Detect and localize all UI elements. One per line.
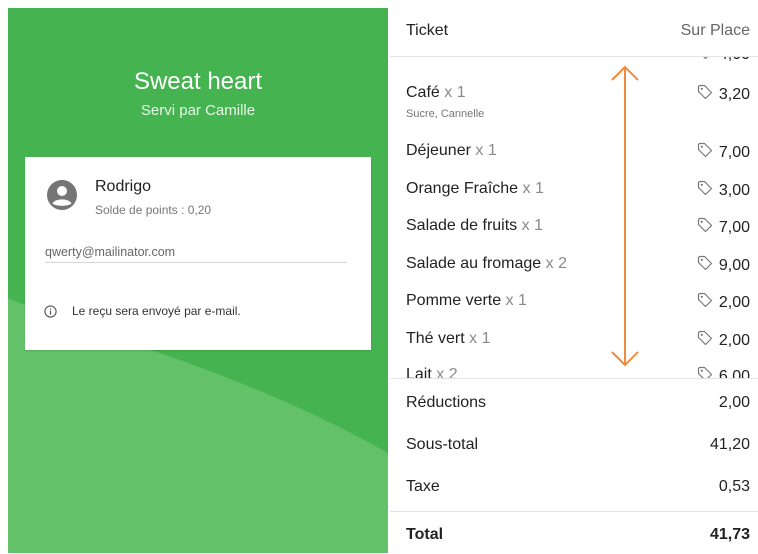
- reductions-row[interactable]: Réductions 2,00: [406, 394, 750, 412]
- item-price: 6,00: [718, 368, 750, 378]
- item-quantity: x 1: [505, 292, 527, 309]
- tag-icon: [697, 180, 712, 196]
- total-row: Total 41,73: [406, 526, 750, 544]
- item-quantity: x 1: [475, 142, 497, 159]
- email-field[interactable]: qwerty@mailinator.com: [45, 242, 347, 263]
- item-name: Lait: [406, 366, 432, 378]
- item-name: Café: [406, 84, 440, 101]
- item-quantity: x 1: [469, 330, 491, 347]
- total-value: 41,73: [709, 526, 750, 543]
- served-by: Servi par Camille: [140, 102, 256, 119]
- receipt-note: Le reçu sera envoyé par e-mail.: [72, 304, 241, 318]
- order-mode[interactable]: Sur Place: [681, 22, 750, 40]
- ticket-header: Ticket Sur Place: [390, 0, 758, 57]
- ticket-item[interactable]: Pomme verte x 1 2,00: [406, 292, 750, 311]
- ticket-item[interactable]: Café x 1 Sucre, Cannelle 3,20: [406, 84, 750, 120]
- tag-icon: [697, 142, 712, 158]
- item-price: 3,00: [718, 182, 750, 199]
- divider: [390, 511, 758, 512]
- tag-icon: [697, 366, 712, 378]
- tax-row: Taxe 0,53: [406, 478, 750, 496]
- item-name: Thé vert: [406, 330, 465, 347]
- ticket-item[interactable]: Orange Fraîche x 1 3,00: [406, 180, 750, 199]
- ticket-item[interactable]: Salade de fruits x 1 7,00: [406, 217, 750, 236]
- subtotal-value: 41,20: [709, 436, 750, 453]
- ticket-item[interactable]: Salade au fromage x 2 9,00: [406, 255, 750, 274]
- item-quantity: x 1: [444, 84, 466, 101]
- item-name: Pomme verte: [406, 292, 502, 309]
- item-quantity: x 1: [522, 180, 544, 197]
- item-price: 3,20: [718, 86, 750, 103]
- item-price: 2,00: [718, 332, 750, 349]
- tax-label: Taxe: [406, 478, 440, 495]
- customer-card: Rodrigo Solde de points : 0,20 qwerty@ma…: [25, 157, 371, 350]
- subtotal-label: Sous-total: [406, 436, 479, 453]
- ticket-item[interactable]: Lait x 2 6,00: [406, 366, 750, 378]
- item-price: 7,00: [718, 219, 750, 236]
- item-name: Salade de fruits: [406, 217, 518, 234]
- item-quantity: x 2: [436, 366, 458, 378]
- ticket-item[interactable]: Déjeuner x 1 7,00: [406, 142, 750, 161]
- item-price: 7,00: [718, 144, 750, 161]
- tag-icon: [697, 217, 712, 233]
- tag-icon: [697, 292, 712, 308]
- item-price: 2,00: [718, 294, 750, 311]
- shop-name: Sweat heart: [133, 68, 263, 95]
- reductions-value: 2,00: [718, 394, 750, 411]
- ticket-title: Ticket: [406, 22, 449, 39]
- item-quantity: x 2: [545, 255, 567, 272]
- tag-icon: [697, 84, 712, 100]
- customer-name: Rodrigo: [95, 178, 152, 195]
- subtotal-row: Sous-total 41,20: [406, 436, 750, 454]
- tag-icon: [697, 255, 712, 271]
- double-arrow-icon: [611, 65, 639, 367]
- item-name: Salade au fromage: [406, 255, 542, 272]
- ticket-panel: Ticket Sur Place Gâteau x 1 4,00 Café x …: [390, 0, 758, 554]
- account-icon: [47, 180, 77, 210]
- item-name: Déjeuner: [406, 142, 471, 159]
- item-quantity: x 1: [521, 217, 543, 234]
- ticket-item[interactable]: Thé vert x 1 2,00: [406, 330, 750, 349]
- customer-panel: Sweat heart Servi par Camille Rodrigo So…: [8, 8, 388, 553]
- info-icon: [44, 305, 57, 318]
- reductions-label: Réductions: [406, 394, 487, 411]
- tax-value: 0,53: [718, 478, 750, 495]
- item-name: Orange Fraîche: [406, 180, 519, 197]
- item-options: Sucre, Cannelle: [406, 108, 485, 120]
- total-label: Total: [406, 526, 444, 543]
- tag-icon: [697, 330, 712, 346]
- item-price: 9,00: [718, 257, 750, 274]
- points-balance: Solde de points : 0,20: [95, 203, 212, 217]
- ticket-summary: Réductions 2,00 Sous-total 41,20 Taxe 0,…: [390, 378, 758, 554]
